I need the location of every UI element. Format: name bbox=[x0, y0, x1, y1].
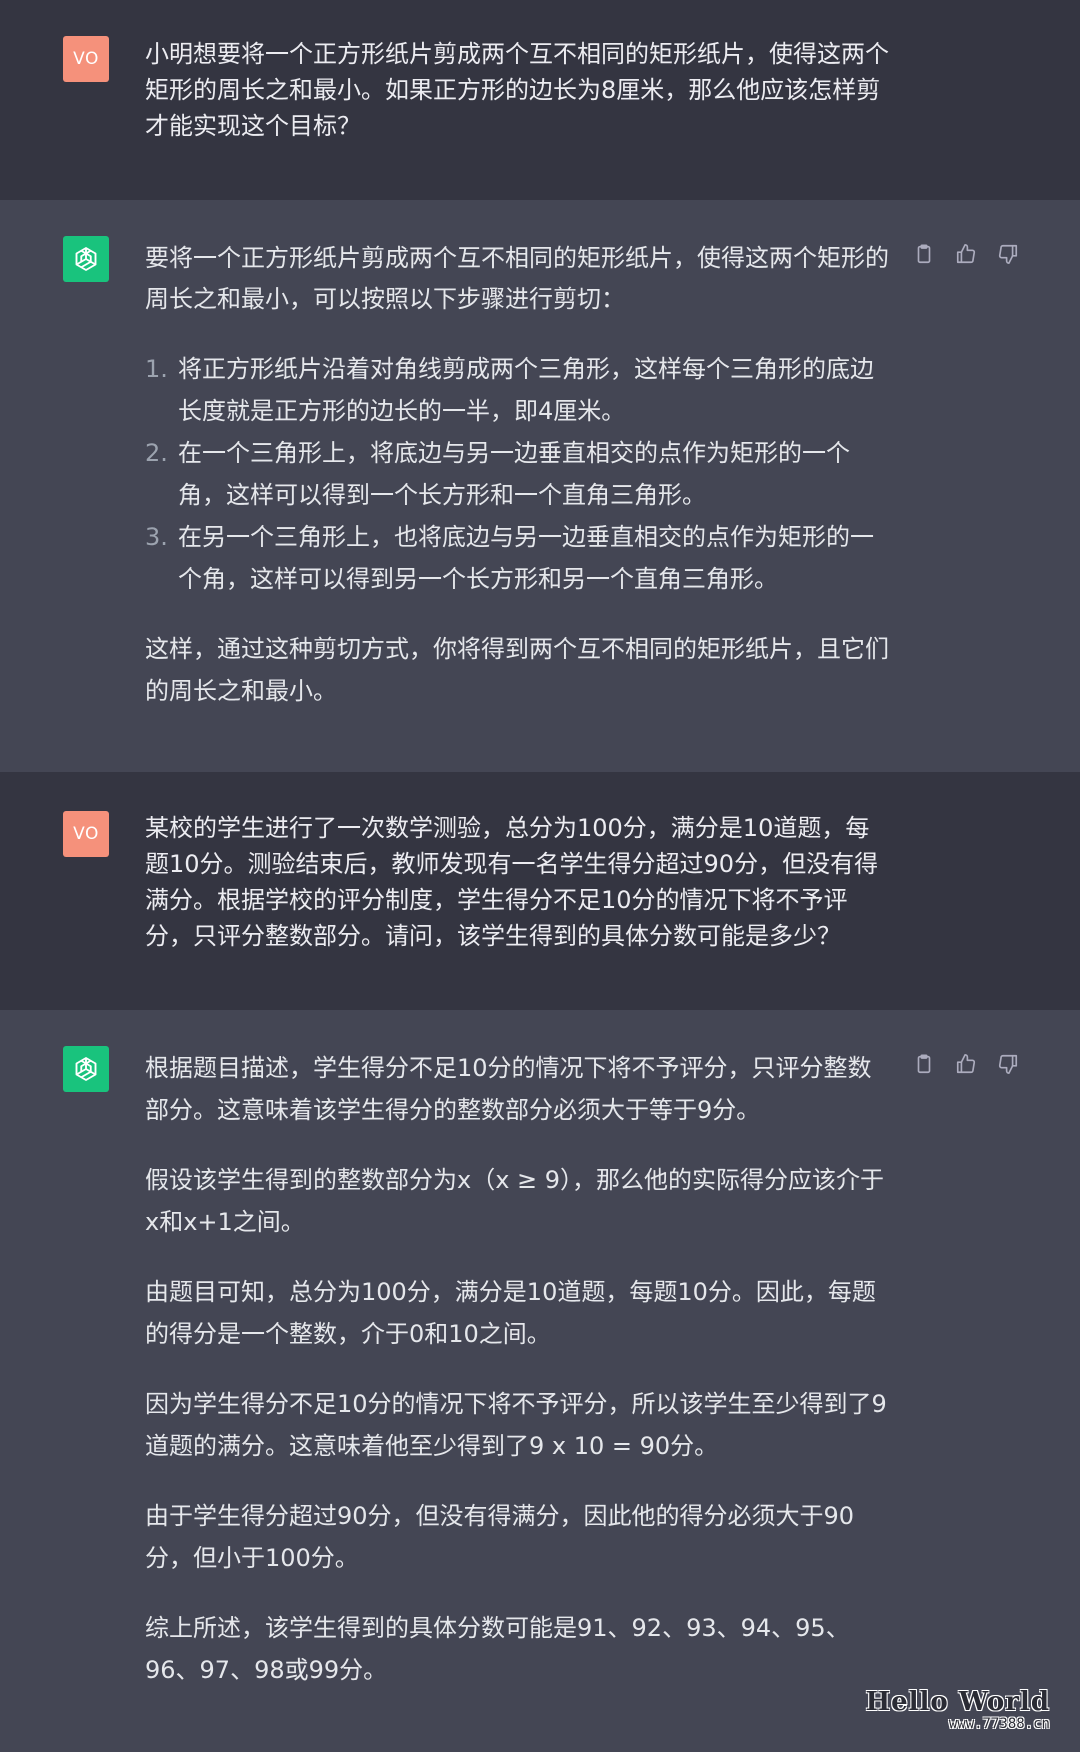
thumbs-up-icon bbox=[956, 244, 976, 264]
answer-outro: 这样，通过这种剪切方式，你将得到两个互不相同的矩形纸片，且它们的周长之和最小。 bbox=[145, 635, 889, 705]
copy-button[interactable] bbox=[912, 1052, 936, 1076]
assistant-message-text: 根据题目描述，学生得分不足10分的情况下将不予评分，只评分整数部分。这意味着该学… bbox=[145, 1047, 890, 1691]
answer-paragraph: 根据题目描述，学生得分不足10分的情况下将不予评分，只评分整数部分。这意味着该学… bbox=[145, 1054, 872, 1124]
openai-logo-icon bbox=[75, 247, 97, 271]
copy-button[interactable] bbox=[912, 242, 936, 266]
answer-paragraph: 由于学生得分超过90分，但没有得满分，因此他的得分必须大于90分，但小于100分… bbox=[145, 1502, 855, 1572]
user-avatar: VO bbox=[63, 36, 109, 82]
answer-paragraph: 因为学生得分不足10分的情况下将不予评分，所以该学生至少得到了9道题的满分。这意… bbox=[145, 1390, 887, 1460]
clipboard-icon bbox=[917, 1054, 931, 1074]
user-message-2: VO 某校的学生进行了一次数学测验，总分为100分，满分是10道题，每题10分。… bbox=[0, 772, 1080, 1010]
watermark-url: www.77388.cn bbox=[948, 1716, 1050, 1732]
answer-paragraph: 综上所述，该学生得到的具体分数可能是91、92、93、94、95、96、97、9… bbox=[145, 1614, 850, 1684]
watermark: Hello World www.77388.cn bbox=[866, 1688, 1050, 1732]
message-actions bbox=[912, 242, 1020, 266]
user-message-1: VO 小明想要将一个正方形纸片剪成两个互不相同的矩形纸片，使得这两个矩形的周长之… bbox=[0, 0, 1080, 200]
assistant-message-2: 根据题目描述，学生得分不足10分的情况下将不予评分，只评分整数部分。这意味着该学… bbox=[0, 1010, 1080, 1752]
steps-list: 1. 将正方形纸片沿着对角线剪成两个三角形，这样每个三角形的底边长度就是正方形的边… bbox=[145, 348, 890, 600]
assistant-avatar bbox=[63, 236, 109, 282]
thumbs-up-button[interactable] bbox=[954, 1052, 978, 1076]
user-avatar: VO bbox=[63, 811, 109, 857]
user-message-text: 小明想要将一个正方形纸片剪成两个互不相同的矩形纸片，使得这两个矩形的周长之和最小… bbox=[145, 36, 890, 144]
user-question: 小明想要将一个正方形纸片剪成两个互不相同的矩形纸片，使得这两个矩形的周长之和最小… bbox=[145, 40, 889, 140]
thumbs-down-icon bbox=[998, 1054, 1018, 1074]
watermark-title: Hello World bbox=[865, 1687, 1050, 1717]
user-question: 某校的学生进行了一次数学测验，总分为100分，满分是10道题，每题10分。测验结… bbox=[145, 814, 879, 950]
list-item: 2. 在一个三角形上，将底边与另一边垂直相交的点作为矩形的一个角，这样可以得到一个… bbox=[145, 439, 850, 509]
user-avatar-initials: VO bbox=[73, 824, 99, 844]
answer-intro: 要将一个正方形纸片剪成两个互不相同的矩形纸片，使得这两个矩形的周长之和最小，可以… bbox=[145, 244, 889, 313]
thumbs-up-button[interactable] bbox=[954, 242, 978, 266]
list-item: 3. 在另一个三角形上，也将底边与另一边垂直相交的点作为矩形的一个角，这样可以得到… bbox=[145, 523, 874, 593]
openai-logo-icon bbox=[75, 1057, 97, 1081]
thumbs-down-icon bbox=[998, 244, 1018, 264]
user-message-text: 某校的学生进行了一次数学测验，总分为100分，满分是10道题，每题10分。测验结… bbox=[145, 810, 890, 954]
thumbs-down-button[interactable] bbox=[996, 242, 1020, 266]
answer-paragraph: 假设该学生得到的整数部分为x（x ≥ 9），那么他的实际得分应该介于x和x+1之… bbox=[145, 1166, 885, 1236]
assistant-message-text: 要将一个正方形纸片剪成两个互不相同的矩形纸片，使得这两个矩形的周长之和最小，可以… bbox=[145, 238, 890, 712]
assistant-message-1: 要将一个正方形纸片剪成两个互不相同的矩形纸片，使得这两个矩形的周长之和最小，可以… bbox=[0, 200, 1080, 772]
assistant-avatar bbox=[63, 1046, 109, 1092]
answer-paragraph: 由题目可知，总分为100分，满分是10道题，每题10分。因此，每题的得分是一个整… bbox=[145, 1278, 876, 1348]
message-actions bbox=[912, 1052, 1020, 1076]
thumbs-down-button[interactable] bbox=[996, 1052, 1020, 1076]
list-item: 1. 将正方形纸片沿着对角线剪成两个三角形，这样每个三角形的底边长度就是正方形的边… bbox=[145, 355, 874, 425]
thumbs-up-icon bbox=[956, 1054, 976, 1074]
clipboard-icon bbox=[917, 244, 931, 264]
user-avatar-initials: VO bbox=[73, 49, 99, 69]
